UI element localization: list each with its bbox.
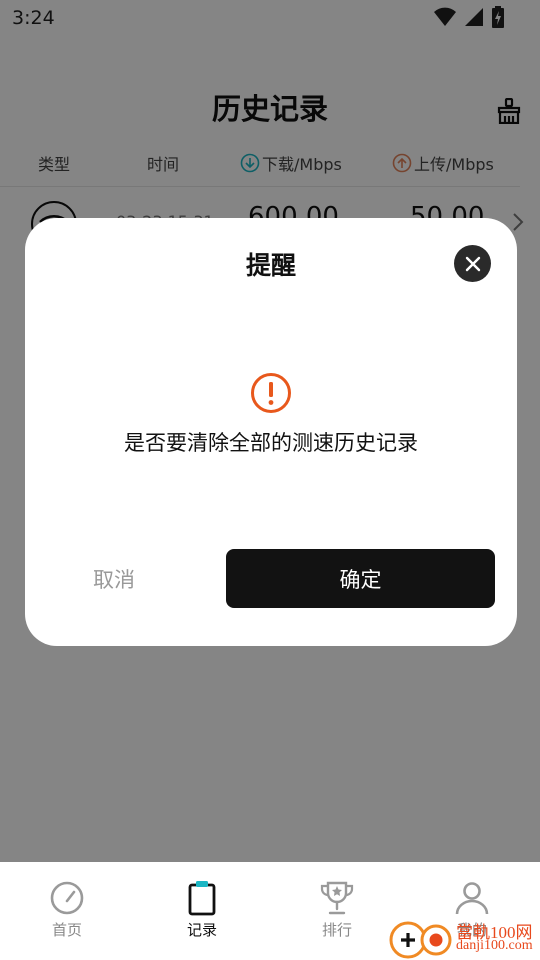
watermark-url: danji100.com bbox=[456, 938, 533, 953]
nav-label-home: 首页 bbox=[51, 921, 82, 939]
close-icon bbox=[465, 256, 480, 271]
nav-item-rank[interactable]: 排行 bbox=[287, 880, 387, 940]
close-button[interactable] bbox=[454, 245, 491, 282]
nav-item-records[interactable]: 记录 bbox=[152, 880, 252, 940]
confirm-dialog: 提醒 是否要清除全部的测速历史记录 取消 确定 bbox=[25, 218, 517, 646]
dialog-title: 提醒 bbox=[245, 251, 296, 280]
nav-item-home[interactable]: 首页 bbox=[17, 880, 117, 940]
warning-icon bbox=[251, 373, 291, 413]
nav-label-records: 记录 bbox=[186, 921, 217, 939]
clipboard-icon bbox=[188, 881, 216, 916]
watermark-mascot-icon bbox=[389, 921, 452, 959]
nav-label-rank: 排行 bbox=[321, 921, 352, 939]
dialog-message: 是否要清除全部的测速历史记录 bbox=[124, 431, 418, 455]
watermark-logo: 當軌100网 danji100.com bbox=[388, 916, 540, 960]
cancel-button[interactable]: 取消 bbox=[45, 549, 183, 608]
person-icon bbox=[455, 882, 489, 915]
confirm-button[interactable]: 确定 bbox=[226, 549, 495, 608]
trophy-icon bbox=[320, 881, 354, 915]
speedometer-icon bbox=[50, 881, 84, 915]
